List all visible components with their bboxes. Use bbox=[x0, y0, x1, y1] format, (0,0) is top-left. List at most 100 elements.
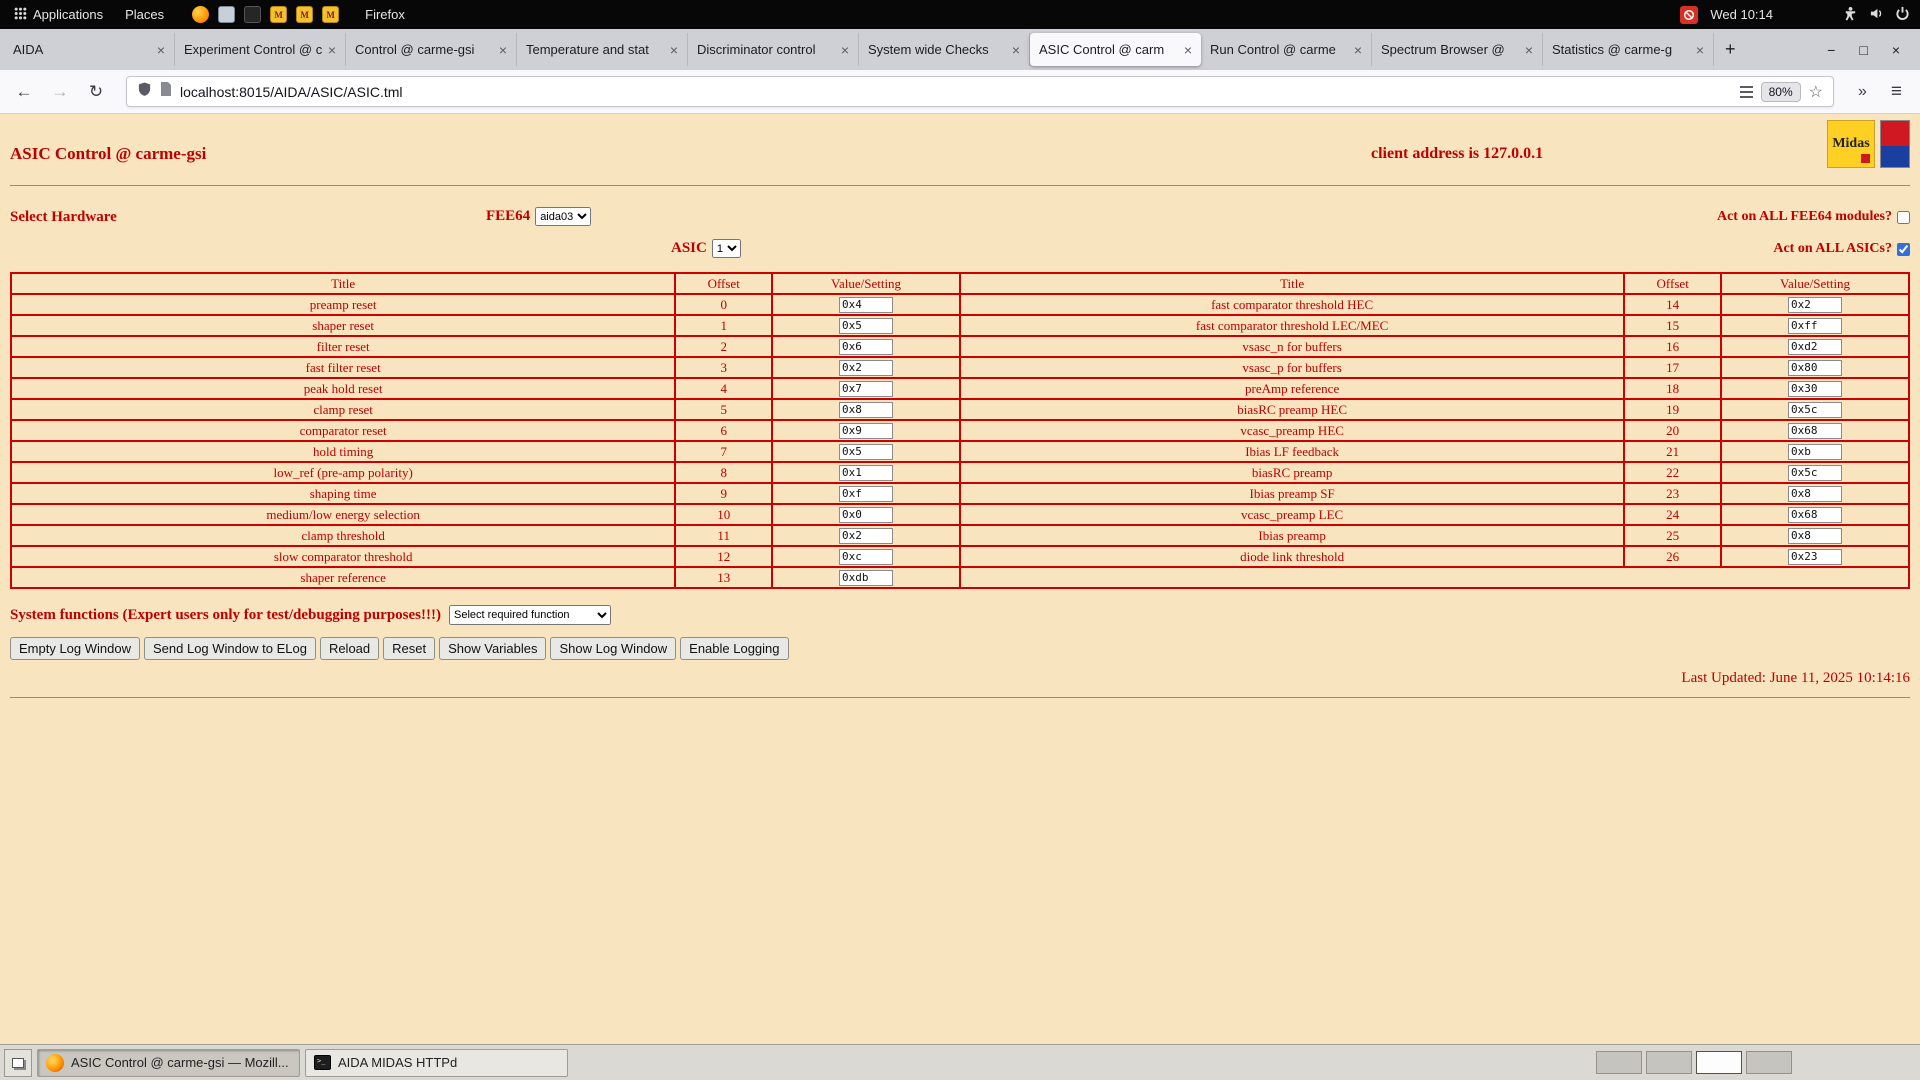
url-text[interactable]: localhost:8015/AIDA/ASIC/ASIC.tml bbox=[180, 84, 1732, 100]
tab-close-icon[interactable]: × bbox=[1525, 42, 1533, 58]
show-log-window-button[interactable]: Show Log Window bbox=[550, 637, 676, 660]
browser-tab[interactable]: Statistics @ carme-g× bbox=[1543, 33, 1714, 66]
window-minimize-button[interactable]: − bbox=[1827, 42, 1835, 58]
workspace-cell[interactable] bbox=[1646, 1051, 1692, 1074]
power-icon[interactable] bbox=[1895, 6, 1910, 24]
send-log-window-to-elog-button[interactable]: Send Log Window to ELog bbox=[144, 637, 316, 660]
act-all-fee64-checkbox[interactable] bbox=[1897, 211, 1910, 224]
reload-button[interactable]: ↻ bbox=[82, 82, 110, 102]
enable-logging-button[interactable]: Enable Logging bbox=[680, 637, 788, 660]
tab-close-icon[interactable]: × bbox=[1184, 42, 1192, 58]
tab-close-icon[interactable]: × bbox=[670, 42, 678, 58]
register-value-input[interactable] bbox=[1788, 549, 1842, 565]
accessibility-icon[interactable] bbox=[1843, 6, 1858, 24]
register-value-input[interactable] bbox=[1788, 297, 1842, 313]
register-value-input[interactable] bbox=[1788, 381, 1842, 397]
register-value-input[interactable] bbox=[839, 570, 893, 586]
register-value-input[interactable] bbox=[839, 486, 893, 502]
register-value-input[interactable] bbox=[1788, 444, 1842, 460]
midas-launcher-icon[interactable]: M bbox=[270, 6, 287, 23]
bookmark-star-icon[interactable]: ☆ bbox=[1809, 82, 1823, 102]
show-variables-button[interactable]: Show Variables bbox=[439, 637, 546, 660]
volume-icon[interactable] bbox=[1869, 6, 1884, 24]
register-value-input[interactable] bbox=[839, 528, 893, 544]
page-icon[interactable] bbox=[160, 82, 172, 101]
browser-tab[interactable]: Discriminator control× bbox=[688, 33, 859, 66]
places-menu[interactable]: Places bbox=[121, 5, 168, 24]
register-value-input[interactable] bbox=[839, 318, 893, 334]
taskbar-window-button[interactable]: ASIC Control @ carme-gsi — Mozill... bbox=[37, 1049, 300, 1077]
window-maximize-button[interactable]: □ bbox=[1859, 42, 1867, 58]
workspace-cell[interactable] bbox=[1596, 1051, 1642, 1074]
register-value-input[interactable] bbox=[1788, 402, 1842, 418]
register-value-input[interactable] bbox=[839, 549, 893, 565]
zoom-level-indicator[interactable]: 80% bbox=[1761, 82, 1801, 102]
register-value-input[interactable] bbox=[839, 507, 893, 523]
browser-tab[interactable]: Experiment Control @ c× bbox=[175, 33, 346, 66]
back-button[interactable]: ← bbox=[10, 82, 38, 102]
register-value-input[interactable] bbox=[839, 402, 893, 418]
active-app-label[interactable]: Firefox bbox=[365, 7, 405, 22]
clock[interactable]: Wed 10:14 bbox=[1710, 7, 1773, 22]
tab-close-icon[interactable]: × bbox=[1012, 42, 1020, 58]
tab-close-icon[interactable]: × bbox=[499, 42, 507, 58]
register-value-input[interactable] bbox=[1788, 486, 1842, 502]
hamburger-menu-icon[interactable]: ≡ bbox=[1883, 81, 1910, 103]
register-value-input[interactable] bbox=[1788, 318, 1842, 334]
register-value-input[interactable] bbox=[1788, 465, 1842, 481]
applications-menu[interactable]: Applications bbox=[10, 5, 107, 25]
asic-select[interactable]: 1 bbox=[712, 239, 741, 258]
editor-launcher-icon[interactable] bbox=[218, 6, 235, 23]
register-value-input[interactable] bbox=[839, 360, 893, 376]
register-value-input[interactable] bbox=[839, 339, 893, 355]
browser-tab[interactable]: Temperature and stat× bbox=[517, 33, 688, 66]
reload-button[interactable]: Reload bbox=[320, 637, 379, 660]
register-value-input[interactable] bbox=[1788, 423, 1842, 439]
lab-logo[interactable] bbox=[1880, 120, 1910, 168]
new-tab-button[interactable]: + bbox=[1714, 39, 1747, 60]
url-bar[interactable]: localhost:8015/AIDA/ASIC/ASIC.tml 80% ☆ bbox=[126, 76, 1834, 107]
reader-view-icon[interactable] bbox=[1740, 86, 1753, 98]
midas-launcher-icon[interactable]: M bbox=[322, 6, 339, 23]
workspace-cell[interactable] bbox=[1696, 1051, 1742, 1074]
toolbar-overflow-icon[interactable]: » bbox=[1850, 83, 1875, 101]
register-value-input[interactable] bbox=[839, 465, 893, 481]
firefox-launcher-icon[interactable] bbox=[192, 6, 209, 23]
register-value-input[interactable] bbox=[839, 444, 893, 460]
midas-launcher-icon[interactable]: M bbox=[296, 6, 313, 23]
tab-title: Control @ carme-gsi bbox=[355, 42, 494, 57]
notification-badge-icon[interactable] bbox=[1680, 6, 1698, 24]
fee64-select[interactable]: aida03 bbox=[535, 207, 591, 226]
browser-tab[interactable]: Control @ carme-gsi × bbox=[346, 33, 517, 66]
register-value-input[interactable] bbox=[1788, 339, 1842, 355]
tab-close-icon[interactable]: × bbox=[841, 42, 849, 58]
shield-icon[interactable] bbox=[137, 81, 152, 102]
tab-close-icon[interactable]: × bbox=[1696, 42, 1704, 58]
register-value-input[interactable] bbox=[1788, 507, 1842, 523]
workspace-cell[interactable] bbox=[1746, 1051, 1792, 1074]
register-value-input[interactable] bbox=[1788, 360, 1842, 376]
taskbar-window-button[interactable]: AIDA MIDAS HTTPd bbox=[305, 1049, 568, 1077]
register-value-input[interactable] bbox=[1788, 528, 1842, 544]
forward-button[interactable]: → bbox=[46, 82, 74, 102]
window-close-button[interactable]: × bbox=[1892, 42, 1900, 58]
system-function-select[interactable]: Select required function bbox=[449, 605, 611, 625]
browser-tab[interactable]: AIDA× bbox=[4, 33, 175, 66]
tab-close-icon[interactable]: × bbox=[328, 42, 336, 58]
tab-close-icon[interactable]: × bbox=[157, 42, 165, 58]
reset-button[interactable]: Reset bbox=[383, 637, 435, 660]
register-value-input[interactable] bbox=[839, 423, 893, 439]
empty-log-window-button[interactable]: Empty Log Window bbox=[10, 637, 140, 660]
register-value-input[interactable] bbox=[839, 297, 893, 313]
browser-tab[interactable]: Run Control @ carme× bbox=[1201, 33, 1372, 66]
browser-tab[interactable]: System wide Checks× bbox=[859, 33, 1030, 66]
register-value-input[interactable] bbox=[839, 381, 893, 397]
window-list-toggle-button[interactable] bbox=[4, 1049, 32, 1077]
midas-logo[interactable]: Midas bbox=[1827, 120, 1875, 168]
terminal-launcher-icon[interactable] bbox=[244, 6, 261, 23]
browser-tab[interactable]: Spectrum Browser @× bbox=[1372, 33, 1543, 66]
act-all-asics-checkbox[interactable] bbox=[1897, 243, 1910, 256]
tab-close-icon[interactable]: × bbox=[1354, 42, 1362, 58]
register-value-cell bbox=[1721, 399, 1909, 420]
browser-tab[interactable]: ASIC Control @ carm× bbox=[1030, 33, 1201, 66]
